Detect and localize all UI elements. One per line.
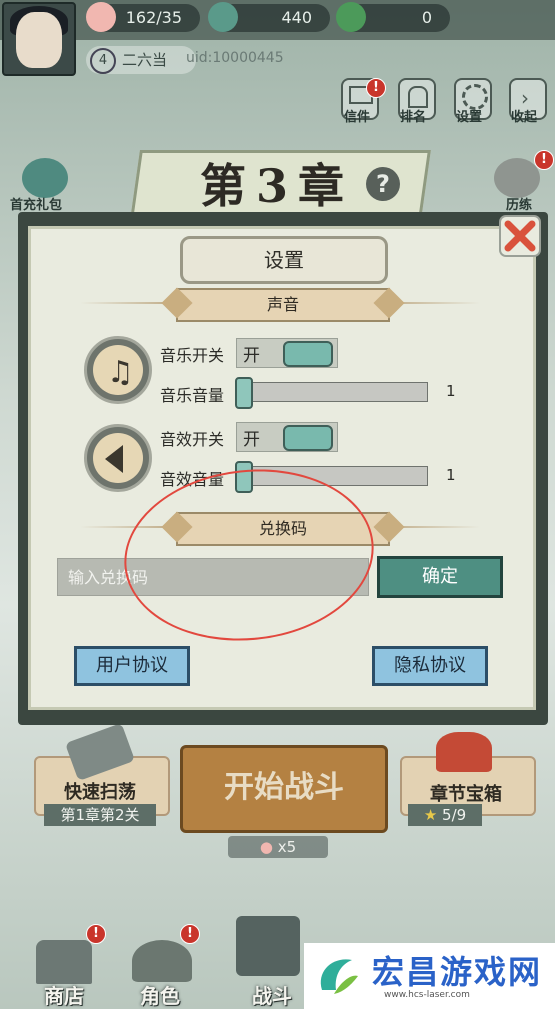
nav-shop-badge: !	[86, 924, 106, 944]
start-battle-button[interactable]: 开始战斗	[180, 745, 388, 833]
privacy-policy-button[interactable]: 隐私协议	[372, 646, 488, 686]
player-level-badge: 4 二六当	[86, 46, 196, 74]
gems-value: 440	[281, 8, 312, 27]
sfx-toggle[interactable]: 开	[236, 422, 338, 452]
level-number: 4	[90, 48, 116, 74]
section-sound-header: 声音	[176, 288, 390, 322]
trophy-icon	[408, 86, 428, 108]
nav-battle[interactable]: 战斗	[232, 916, 312, 1008]
chest-icon	[436, 732, 492, 772]
watermark-url: www.hcs-laser.com	[384, 990, 470, 1000]
rank-label: 排名	[400, 110, 427, 125]
quick-sweep-stage: 第1章第2关	[44, 804, 156, 826]
settings-label: 设置	[456, 110, 483, 125]
mail-label: 信件	[344, 110, 371, 125]
character-hat-icon	[132, 940, 192, 982]
resource-stamina: 162/35	[86, 2, 200, 32]
collapse-label: 收起	[511, 110, 538, 125]
nav-shop[interactable]: 商店	[28, 940, 108, 1008]
stamina-value: 162/35	[125, 8, 182, 27]
quick-sweep-label: 快速扫荡	[64, 782, 136, 803]
player-name: 二六当	[122, 51, 168, 69]
sfx-toggle-state: 开	[243, 430, 260, 450]
music-toggle-state: 开	[243, 346, 260, 366]
nav-character[interactable]: 角色	[128, 940, 208, 1008]
music-volume-label: 音乐音量	[160, 386, 225, 405]
music-volume-slider[interactable]	[235, 377, 428, 409]
nav-character-label: 角色	[140, 984, 180, 1008]
watermark-title: 宏昌游戏网	[372, 953, 543, 991]
user-agreement-button[interactable]: 用户协议	[74, 646, 190, 686]
player-uid: uid:10000445	[186, 50, 284, 66]
resource-gems: 440	[208, 2, 330, 32]
music-note-icon: ♫	[84, 336, 152, 404]
sfx-volume-value: 1	[446, 466, 456, 484]
music-toggle[interactable]: 开	[236, 338, 338, 368]
music-volume-thumb[interactable]	[235, 377, 253, 409]
chapter-title: 第3章	[200, 159, 355, 213]
first-charge-gift-icon[interactable]	[22, 158, 68, 198]
gem-icon	[208, 2, 238, 32]
mail-badge: !	[366, 78, 386, 98]
trial-label: 历练	[506, 198, 533, 213]
watermark-logo-icon	[320, 959, 358, 994]
music-volume-value: 1	[446, 382, 456, 400]
close-icon[interactable]	[498, 214, 542, 258]
music-toggle-label: 音乐开关	[160, 346, 225, 365]
castle-icon	[236, 916, 300, 976]
nav-character-badge: !	[180, 924, 200, 944]
dragon-coin-icon	[336, 2, 366, 32]
stamina-cost: ● x5	[228, 836, 328, 858]
nav-shop-label: 商店	[44, 984, 84, 1008]
nav-battle-label: 战斗	[252, 984, 292, 1008]
avatar[interactable]	[2, 2, 76, 76]
resource-coins: 0	[336, 2, 450, 32]
speaker-icon	[84, 424, 152, 492]
trial-badge: !	[534, 150, 554, 170]
first-charge-label: 首充礼包	[10, 198, 63, 213]
help-icon[interactable]: ?	[366, 167, 400, 201]
chapter-chest-label: 章节宝箱	[430, 784, 502, 805]
peach-icon: ●	[259, 838, 273, 856]
shop-icon	[36, 940, 92, 984]
sfx-toggle-label: 音效开关	[160, 430, 225, 449]
trial-icon[interactable]	[494, 158, 540, 198]
peach-icon	[86, 2, 116, 32]
star-icon: ★	[423, 806, 438, 824]
coins-value: 0	[421, 8, 432, 27]
confirm-button[interactable]: 确定	[377, 556, 503, 598]
chapter-chest-progress: ★ 5/9	[408, 804, 482, 826]
dialog-title: 设置	[180, 236, 388, 284]
